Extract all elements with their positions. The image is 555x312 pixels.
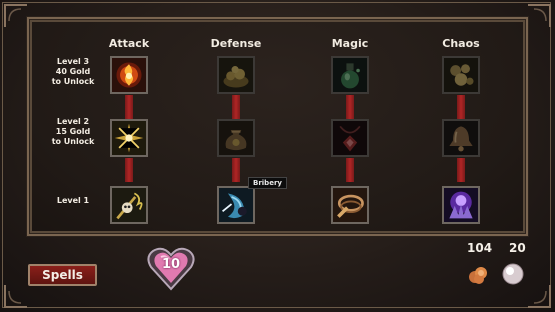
connector: [346, 95, 354, 119]
purple-summon-icon[interactable]: [442, 186, 480, 224]
gold-count: 104: [467, 241, 493, 255]
blue-crescent-icon[interactable]: [217, 186, 255, 224]
row-label-level-3-title: Level 3: [56, 57, 90, 66]
spells-button[interactable]: Spells: [28, 264, 97, 286]
pearl-icon: [501, 262, 525, 286]
row-label-level-3-cost: 40 Gold: [55, 67, 91, 76]
corner-ornament: [3, 283, 29, 309]
pearl-count: 20: [509, 241, 526, 255]
bribery-tooltip: Bribery: [248, 177, 287, 189]
gold-pile-icon[interactable]: [217, 56, 255, 94]
column-header-defense: Defense: [210, 37, 262, 50]
chain-whip-icon[interactable]: [331, 186, 369, 224]
row-label-level-1: Level 1: [38, 196, 108, 206]
skull-scepter-icon[interactable]: [110, 186, 148, 224]
column-header-chaos: Chaos: [442, 37, 480, 50]
fire-orb-icon[interactable]: [110, 56, 148, 94]
corner-ornament: [526, 283, 552, 309]
coins-icon[interactable]: [442, 56, 480, 94]
column-header-magic: Magic: [331, 37, 369, 50]
connector: [125, 158, 133, 182]
heart-count: 10: [161, 257, 181, 272]
corner-ornament: [3, 3, 29, 29]
connector: [125, 95, 133, 119]
row-label-level-2-cost: 15 Gold: [55, 127, 91, 136]
row-label-level-2-title: Level 2: [56, 117, 90, 126]
row-label-level-1-title: Level 1: [56, 196, 90, 205]
bell-icon[interactable]: [442, 119, 480, 157]
row-label-level-2: Level 2 15 Gold to Unlock: [38, 117, 108, 147]
row-label-level-2-unlock: to Unlock: [51, 137, 95, 146]
connector: [346, 158, 354, 182]
connector: [232, 158, 240, 182]
connector: [457, 158, 465, 182]
row-label-level-3: Level 3 40 Gold to Unlock: [38, 57, 108, 87]
potion-icon[interactable]: [331, 56, 369, 94]
corner-ornament: [526, 3, 552, 29]
connector: [232, 95, 240, 119]
column-header-attack: Attack: [108, 37, 150, 50]
upgrade-screen: Attack Defense Magic Chaos Level 3 40 Go…: [0, 0, 555, 312]
sparkle-burst-icon[interactable]: [110, 119, 148, 157]
red-amulet-icon[interactable]: [331, 119, 369, 157]
coin-sack-icon[interactable]: [217, 119, 255, 157]
gold-coins-icon: [466, 262, 490, 286]
connector: [457, 95, 465, 119]
row-label-level-3-unlock: to Unlock: [51, 77, 95, 86]
